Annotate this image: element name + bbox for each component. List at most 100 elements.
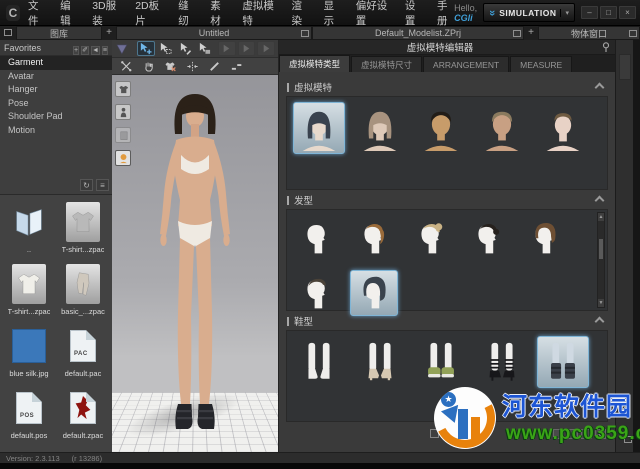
editor-tab-2[interactable]: 虚拟模特尺寸: [351, 56, 423, 72]
scroll-down-icon[interactable]: ▼: [598, 299, 604, 307]
simulation-chevrons-icon: »: [486, 9, 499, 16]
select-move-tool[interactable]: [136, 41, 155, 56]
section-header-2: 发型: [287, 193, 607, 207]
select-pen-tool[interactable]: [176, 41, 194, 56]
stitch-line-tool[interactable]: [205, 59, 223, 74]
sidebar-item-motion[interactable]: Motion: [0, 124, 112, 138]
popout-icon[interactable]: [4, 29, 12, 36]
avatar-male[interactable]: [476, 102, 528, 154]
file-label: default.pos: [10, 431, 48, 440]
watermark-site-url: www.pc0359.cn: [506, 423, 640, 444]
file-label: ..: [26, 245, 32, 254]
scroll-up-icon[interactable]: ▲: [598, 213, 604, 221]
file-thumbnail-folder-icon: [7, 199, 51, 245]
pin-icon[interactable]: [601, 41, 611, 53]
file-item-7[interactable]: POS default.pos: [2, 385, 56, 447]
view-list-icon[interactable]: ≡: [96, 179, 109, 191]
editor-tab-3[interactable]: ARRANGEMENT: [423, 56, 510, 72]
scrollbar[interactable]: ▲ ▼: [597, 212, 605, 308]
minimize-button[interactable]: –: [581, 6, 598, 19]
shoes-heels-beige[interactable]: [354, 336, 406, 388]
maximize-button[interactable]: □: [600, 6, 617, 19]
list-icon[interactable]: ≡: [101, 45, 108, 55]
simulation-dropdown-icon[interactable]: ▾: [560, 8, 569, 17]
add-tab-button[interactable]: +: [524, 26, 538, 40]
scroll-thumb[interactable]: [599, 239, 603, 259]
file-item-4[interactable]: basic_...zpac: [56, 261, 110, 323]
menu-item-4[interactable]: 2D板片: [135, 0, 163, 28]
menu-item-7[interactable]: 虚拟模特: [242, 0, 276, 28]
avatar-male-asian[interactable]: [415, 102, 467, 154]
show-avatar-toggle[interactable]: [115, 104, 131, 120]
menu-item-10[interactable]: 偏好设置: [356, 0, 390, 28]
collapse-chevron-icon[interactable]: [594, 195, 605, 205]
collapse-chevron-icon[interactable]: [594, 82, 605, 92]
close-button[interactable]: ×: [619, 6, 636, 19]
add-icon[interactable]: +: [73, 45, 80, 55]
simulation-button[interactable]: » SIMULATION ▾: [483, 3, 575, 22]
hair-bald[interactable]: [293, 215, 341, 261]
file-label: default.zpac: [62, 431, 104, 440]
reset-garment-tool[interactable]: [161, 59, 179, 74]
show-garment-toggle[interactable]: [115, 81, 131, 97]
file-item-2[interactable]: T-shirt...zpac: [56, 199, 110, 261]
menu-item-3[interactable]: 3D服装: [92, 0, 120, 28]
file-thumbnail-doc-icon: PAC: [61, 323, 105, 369]
collapse-chevron-icon[interactable]: [594, 316, 605, 326]
menu-item-12[interactable]: 手册: [437, 0, 454, 28]
menu-item-1[interactable]: 文件: [28, 0, 45, 28]
hair-bob-brown[interactable]: [521, 215, 569, 261]
file-item-6[interactable]: PAC default.pac: [56, 323, 110, 385]
menu-item-11[interactable]: 设置: [405, 0, 422, 28]
show-pattern-toggle[interactable]: [115, 127, 131, 143]
sidebar-item-pose[interactable]: Pose: [0, 97, 112, 111]
sidebar-item-garment[interactable]: Garment: [0, 56, 112, 70]
avatar-figure[interactable]: [120, 88, 270, 440]
menu-item-9[interactable]: 显示: [324, 0, 341, 28]
show-head-toggle[interactable]: [115, 150, 131, 166]
simulate-arrow-icon[interactable]: [115, 42, 129, 56]
tab-object-window[interactable]: 物体窗口: [538, 26, 640, 40]
hair-bun-black[interactable]: [464, 215, 512, 261]
avatar-child[interactable]: [537, 102, 589, 154]
edit-icon[interactable]: ✐: [81, 45, 89, 55]
sidebar-item-hanger[interactable]: Hanger: [0, 83, 112, 97]
back-icon[interactable]: ◄: [90, 45, 100, 55]
symmetry-tool[interactable]: [183, 59, 201, 74]
popout-icon[interactable]: [629, 29, 637, 37]
hair-pixie-dark[interactable]: [293, 270, 341, 316]
file-item-1[interactable]: ..: [2, 199, 56, 261]
avatar-female-light-hair[interactable]: [354, 102, 406, 154]
select-box-tool[interactable]: [157, 41, 175, 56]
transform-avatar-tool[interactable]: [117, 59, 135, 74]
refresh-icon[interactable]: ↻: [80, 179, 93, 191]
menu-item-5[interactable]: 缝纫: [178, 0, 195, 28]
tab-project[interactable]: Default_Modelist.ZPrj: [312, 26, 524, 40]
shoes-bare-feet[interactable]: [293, 336, 345, 388]
hair-bun-blonde[interactable]: [407, 215, 455, 261]
sidebar-item-avatar[interactable]: Avatar: [0, 70, 112, 84]
avatar-female-dark-bob[interactable]: [293, 102, 345, 154]
menu-item-6[interactable]: 素材: [210, 0, 227, 28]
file-item-3[interactable]: T-shirt...zpac: [2, 261, 56, 323]
hair-bob-dark[interactable]: [350, 270, 398, 316]
menu-item-2[interactable]: 编辑: [60, 0, 77, 28]
select-mesh-tool[interactable]: [196, 41, 214, 56]
editor-tab-4[interactable]: MEASURE: [510, 56, 573, 72]
file-item-8[interactable]: default.zpac: [56, 385, 110, 447]
favorites-list: Garment Avatar Hanger Pose Shoulder Pad Motio…: [0, 56, 112, 195]
favorites-header: Favorites + ✐ ◄ ≡: [0, 40, 112, 56]
popout-icon[interactable]: [301, 29, 309, 37]
menu-item-8[interactable]: 渲染: [292, 0, 309, 28]
popout-icon[interactable]: [513, 29, 521, 37]
viewport-stage[interactable]: [112, 75, 278, 452]
watermark-site-name: 河东软件园: [502, 393, 633, 421]
stitch-segment-tool[interactable]: [227, 59, 245, 74]
editor-tab-1[interactable]: 虚拟模特类型: [279, 55, 351, 72]
sidebar-item-shoulder-pad[interactable]: Shoulder Pad: [0, 110, 112, 124]
collapsed-panel-handle[interactable]: [618, 54, 631, 80]
hair-ponytail-brown[interactable]: [350, 215, 398, 261]
tab-untitled[interactable]: Untitled: [116, 26, 312, 40]
grab-tool[interactable]: [139, 59, 157, 74]
file-item-5[interactable]: blue silk.jpg: [2, 323, 56, 385]
